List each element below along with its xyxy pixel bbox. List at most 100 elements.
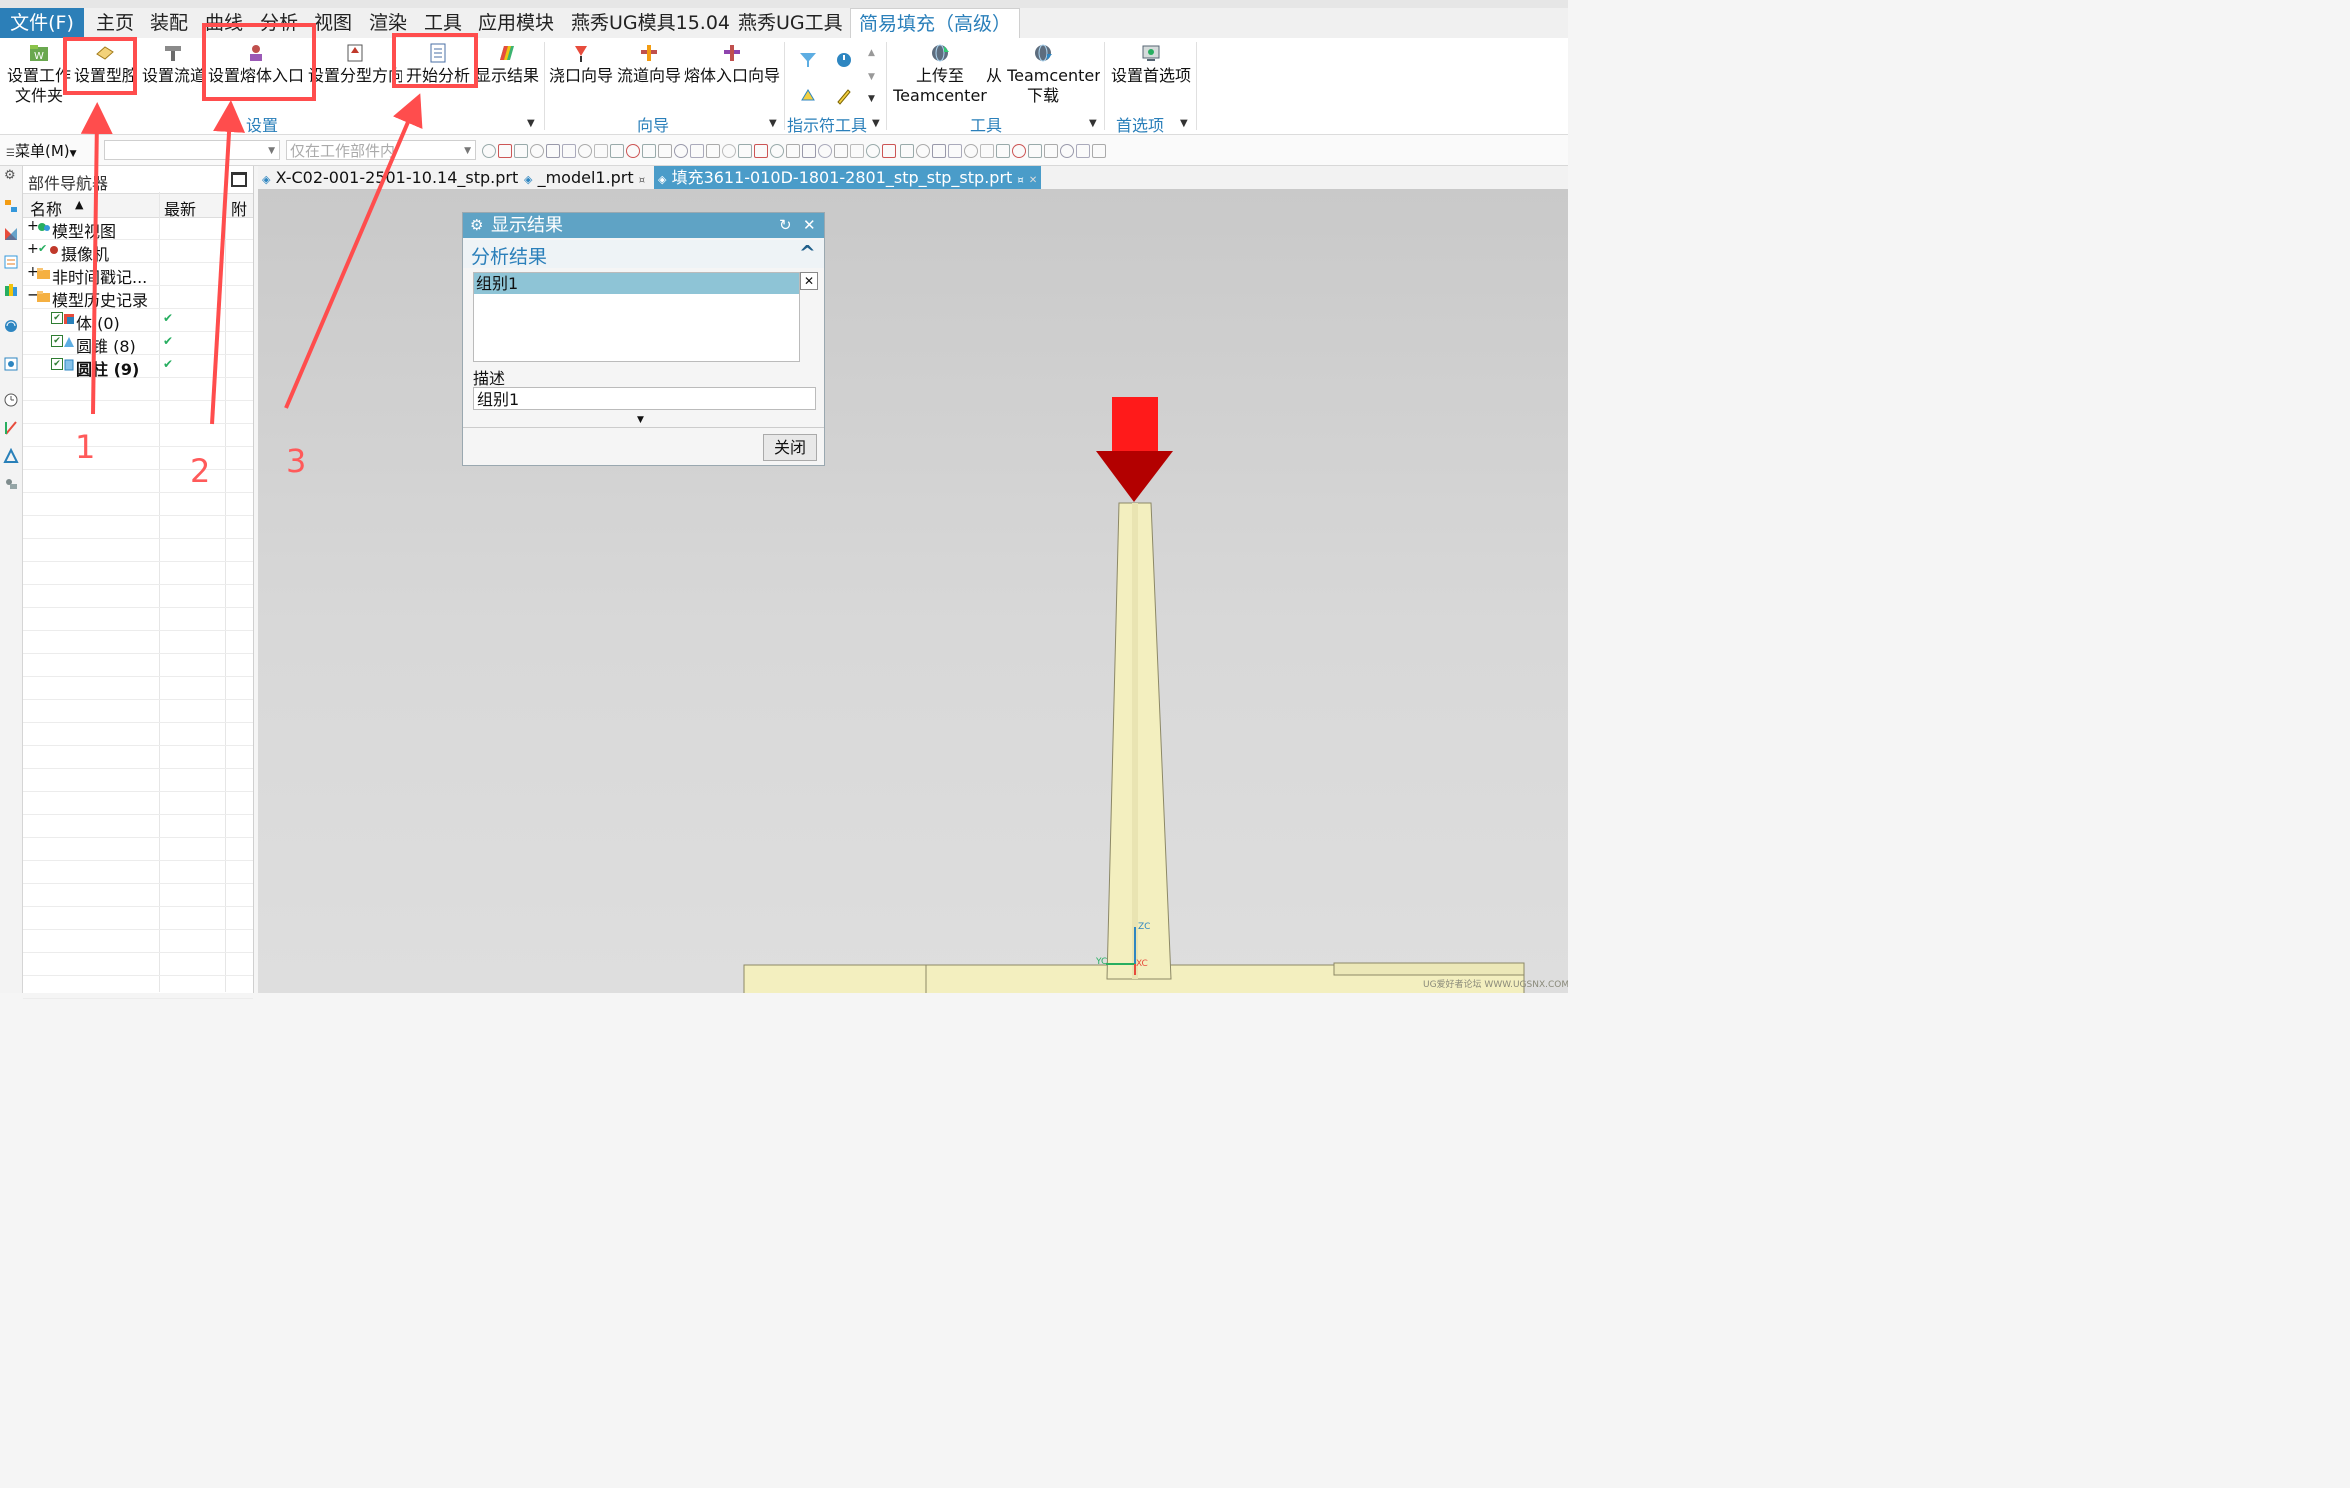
snap-tool-icon[interactable]: [754, 144, 768, 158]
expand-icon[interactable]: +: [27, 241, 39, 257]
show-results-button[interactable]: 显示结果: [474, 38, 540, 118]
snap-tool-icon[interactable]: [722, 144, 736, 158]
snap-tool-icon[interactable]: [1028, 144, 1042, 158]
tab-pin-icon[interactable]: ¤: [1017, 175, 1023, 186]
set-preferences-button[interactable]: 设置首选项: [1108, 38, 1194, 118]
snap-tool-icon[interactable]: [626, 144, 640, 158]
history-icon[interactable]: [3, 356, 19, 372]
snap-tool-icon[interactable]: [834, 144, 848, 158]
group-indicator-dropdown-icon[interactable]: ▼: [872, 118, 880, 129]
tab-pin-icon[interactable]: ¤: [639, 175, 645, 186]
snap-tool-icon[interactable]: [530, 144, 544, 158]
tab-view[interactable]: 视图: [314, 8, 352, 38]
system-materials-icon[interactable]: [3, 448, 19, 464]
clock-icon[interactable]: [3, 392, 19, 408]
snap-tool-icon[interactable]: [866, 144, 880, 158]
reset-icon[interactable]: ↻: [779, 213, 792, 238]
snap-tool-icon[interactable]: [546, 144, 560, 158]
tab-file[interactable]: 文件(F): [0, 8, 84, 38]
tree-row-cameras[interactable]: + ✔ 摄像机: [23, 240, 253, 264]
snap-tool-icon[interactable]: [1012, 144, 1026, 158]
snap-tool-icon[interactable]: [642, 144, 656, 158]
doc-tab-3-active[interactable]: ◈ 填充3611-010D-1801-2801_stp_stp_stp.prt …: [654, 166, 1042, 189]
snap-tool-icon[interactable]: [690, 144, 704, 158]
snap-tool-icon[interactable]: [770, 144, 784, 158]
tab-easy-fill-advanced[interactable]: 简易填充（高级）: [850, 8, 1021, 39]
close-icon[interactable]: ✕: [803, 213, 816, 238]
tab-close-icon[interactable]: ✕: [1029, 175, 1037, 186]
snap-tool-icon[interactable]: [916, 144, 930, 158]
sort-ascending-icon[interactable]: ▲: [75, 198, 83, 211]
snap-tool-icon[interactable]: [594, 144, 608, 158]
assembly-navigator-icon[interactable]: [3, 198, 19, 214]
close-button[interactable]: 关闭: [763, 434, 817, 461]
set-runner-button[interactable]: 设置流道: [142, 38, 204, 118]
gallery-expand-icon[interactable]: ▼: [868, 94, 875, 104]
collapse-section-icon[interactable]: ^: [799, 241, 816, 265]
constraint-navigator-icon[interactable]: [3, 226, 19, 242]
description-field[interactable]: 组别1: [473, 387, 816, 410]
gallery-scroll-down-icon[interactable]: ▼: [868, 72, 875, 82]
snap-tool-icon[interactable]: [1060, 144, 1074, 158]
snap-tool-icon[interactable]: [498, 144, 512, 158]
indicator-clock-icon[interactable]: [834, 50, 854, 70]
tab-yanxiu-tools[interactable]: 燕秀UG工具: [738, 8, 843, 38]
dialog-titlebar[interactable]: ⚙ 显示结果 ↻ ✕: [463, 213, 824, 238]
roles-icon[interactable]: [3, 420, 19, 436]
part-navigator-icon[interactable]: [3, 254, 19, 270]
tree-row-cylinder[interactable]: ✔ 圆柱 (9) ✔: [23, 355, 253, 379]
remove-item-icon[interactable]: ✕: [800, 272, 818, 290]
snap-tool-icon[interactable]: [1092, 144, 1106, 158]
snap-tool-icon[interactable]: [802, 144, 816, 158]
snap-tool-icon[interactable]: [562, 144, 576, 158]
set-parting-direction-button[interactable]: 设置分型方向: [308, 38, 402, 118]
snap-tool-icon[interactable]: [948, 144, 962, 158]
snap-tool-icon[interactable]: [1044, 144, 1058, 158]
group-tools-dropdown-icon[interactable]: ▼: [1089, 118, 1097, 129]
menu-button[interactable]: ☰菜单(M)▼: [6, 140, 77, 161]
snap-tool-icon[interactable]: [850, 144, 864, 158]
tree-row-unstamped[interactable]: + 非时间戳记...: [23, 263, 253, 287]
visibility-checkbox[interactable]: ✔: [51, 358, 63, 370]
snap-tool-icon[interactable]: [964, 144, 978, 158]
download-teamcenter-button[interactable]: 从 Teamcenter 下载: [986, 38, 1100, 118]
gate-wizard-button[interactable]: 浇口向导: [548, 38, 614, 118]
snap-tool-icon[interactable]: [932, 144, 946, 158]
web-browser-icon[interactable]: [3, 318, 19, 334]
snap-tool-icon[interactable]: [786, 144, 800, 158]
snap-tool-icon[interactable]: [882, 144, 896, 158]
visibility-checkbox[interactable]: ✔: [51, 312, 63, 324]
result-list[interactable]: 组别1: [473, 272, 800, 362]
section-header[interactable]: 分析结果 ^: [463, 240, 824, 268]
tree-row-cone[interactable]: ✔ 圆锥 (8) ✔: [23, 332, 253, 356]
doc-tab-1[interactable]: ◈ X-C02-001-2501-10.14_stp.prt: [262, 166, 518, 189]
upload-teamcenter-button[interactable]: 上传至 Teamcenter: [890, 38, 990, 118]
runner-wizard-button[interactable]: 流道向导: [616, 38, 682, 118]
tab-application[interactable]: 应用模块: [478, 8, 554, 38]
snap-tool-icon[interactable]: [674, 144, 688, 158]
group-setup-dropdown-icon[interactable]: ▼: [527, 118, 535, 129]
tree-row-model-history[interactable]: − 模型历史记录: [23, 285, 253, 310]
snap-tool-icon[interactable]: [996, 144, 1010, 158]
visibility-checkbox[interactable]: ✔: [51, 335, 63, 347]
indicator-wrench-icon[interactable]: [834, 86, 854, 106]
snap-tool-icon[interactable]: [610, 144, 624, 158]
tab-yanxiu-mold[interactable]: 燕秀UG模具15.04: [571, 8, 730, 38]
snap-tool-icon[interactable]: [900, 144, 914, 158]
maximize-icon[interactable]: [231, 172, 247, 187]
tree-row-body[interactable]: ✔ 体 (0) ✔: [23, 309, 253, 333]
snap-tool-icon[interactable]: [658, 144, 672, 158]
doc-tab-2[interactable]: ◈ _model1.prt ¤: [524, 166, 645, 189]
snap-tool-icon[interactable]: [818, 144, 832, 158]
snap-tool-icon[interactable]: [1076, 144, 1090, 158]
tab-assembly[interactable]: 装配: [150, 8, 188, 38]
graphics-window[interactable]: ZC YC XC UG爱好者论坛 WWW.UGSNX.COM: [258, 189, 1568, 993]
snap-tool-icon[interactable]: [578, 144, 592, 158]
snap-tool-icon[interactable]: [482, 144, 496, 158]
process-studio-icon[interactable]: [3, 476, 19, 492]
snap-tool-icon[interactable]: [738, 144, 752, 158]
tab-home[interactable]: 主页: [96, 8, 134, 38]
group-preferences-dropdown-icon[interactable]: ▼: [1180, 118, 1188, 129]
gallery-scroll-up-icon[interactable]: ▲: [868, 48, 875, 58]
settings-icon[interactable]: ⚙: [4, 168, 16, 183]
